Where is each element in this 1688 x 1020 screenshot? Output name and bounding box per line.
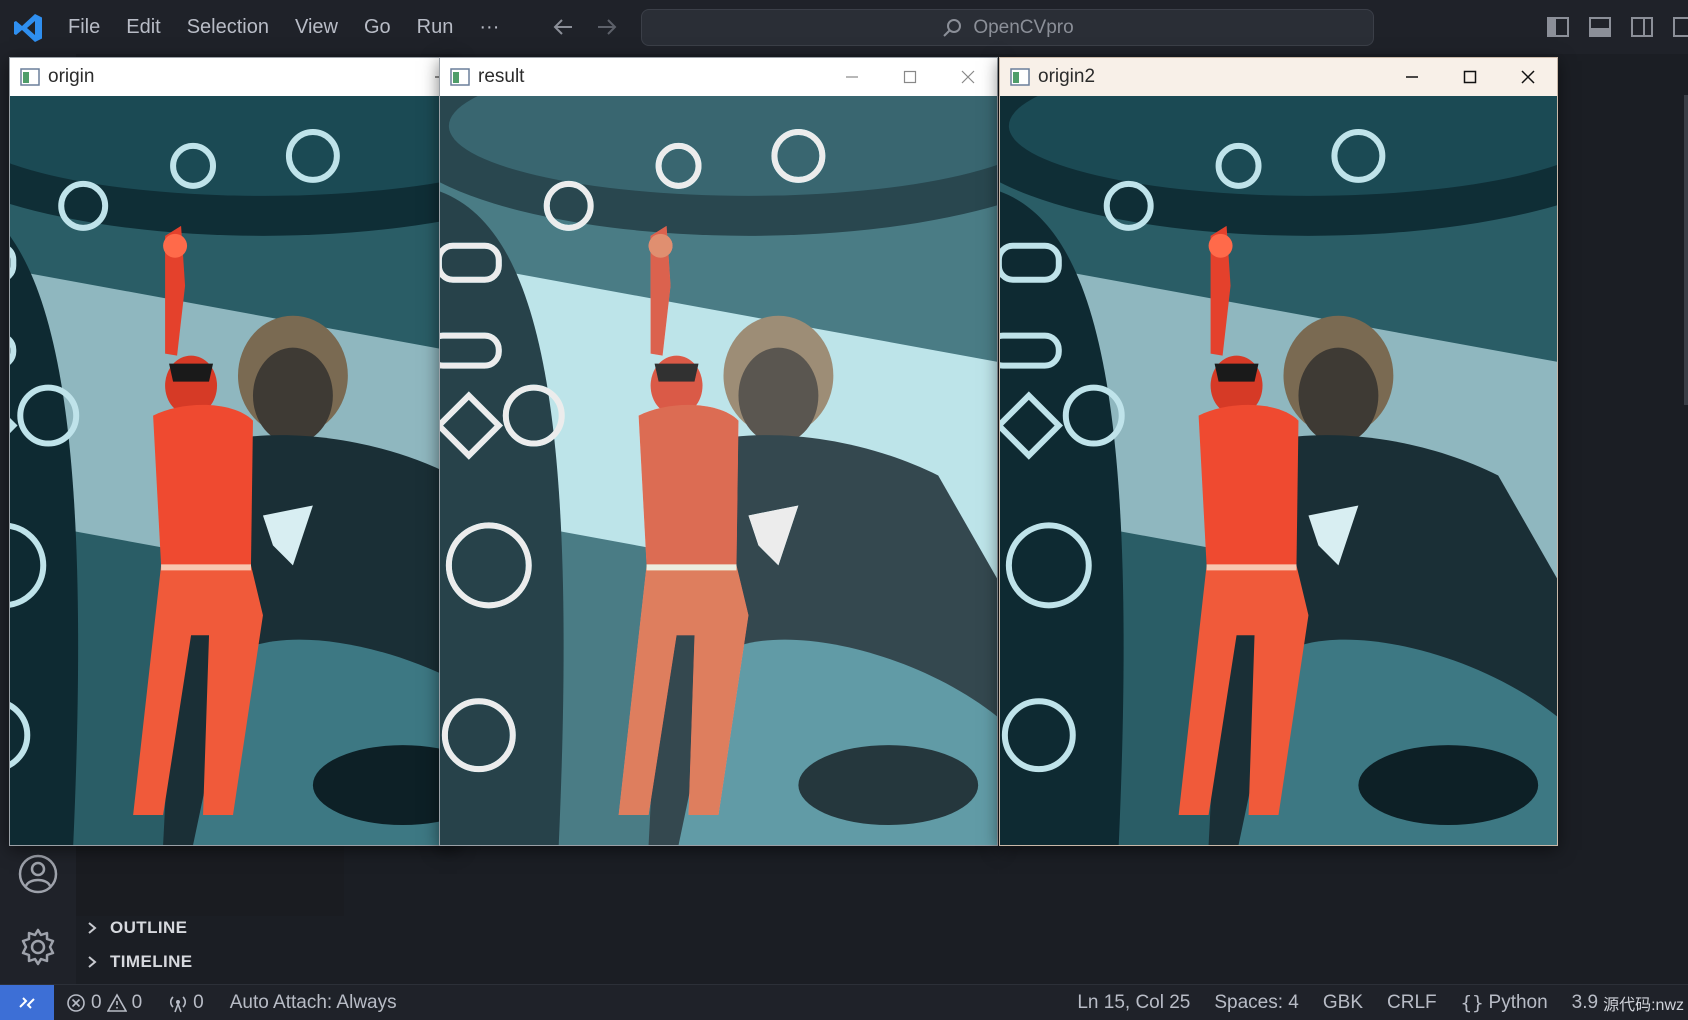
vscode-logo-icon[interactable]: [12, 12, 44, 44]
menu-go[interactable]: Go: [351, 0, 404, 54]
chevron-right-icon: [88, 956, 97, 968]
image-canvas: [10, 96, 456, 845]
braces-icon: {}: [1460, 992, 1484, 1014]
maximize-button[interactable]: [1441, 58, 1499, 96]
menu-more[interactable]: ···: [466, 0, 512, 54]
window-title: origin2: [1038, 66, 1096, 87]
minimize-icon: [1406, 76, 1418, 78]
menu-file[interactable]: File: [55, 0, 113, 54]
cv-window-origin2[interactable]: origin2: [999, 57, 1558, 846]
maximize-button[interactable]: [881, 58, 939, 96]
command-center-search[interactable]: OpenCVpro: [641, 9, 1374, 46]
auto-attach-status[interactable]: Auto Attach: Always: [230, 992, 397, 1014]
command-center-label: OpenCVpro: [973, 16, 1074, 38]
status-right: Ln 15, Col 25 Spaces: 4 GBK CRLF {} Pyth…: [1077, 985, 1688, 1020]
error-icon: [67, 994, 85, 1012]
close-button[interactable]: [1499, 58, 1557, 96]
remote-icon: [19, 996, 35, 1009]
minimize-button[interactable]: [823, 58, 881, 96]
navigation-arrows: [550, 14, 620, 40]
photo-image: [10, 96, 456, 845]
close-button[interactable]: [939, 58, 997, 96]
chevron-right-icon: [88, 922, 97, 934]
warning-icon: [106, 993, 127, 1012]
toggle-primary-sidebar-icon[interactable]: [1545, 14, 1571, 40]
minimize-button[interactable]: [1383, 58, 1441, 96]
python-interpreter[interactable]: 3.9 源代码:nwz: [1572, 991, 1688, 1015]
back-arrow-icon[interactable]: [550, 14, 576, 40]
indentation[interactable]: Spaces: 4: [1214, 992, 1299, 1014]
cursor-position[interactable]: Ln 15, Col 25: [1077, 992, 1190, 1014]
menu-run[interactable]: Run: [404, 0, 467, 54]
photo-image: [1000, 96, 1557, 845]
image-canvas: [440, 96, 997, 845]
menu-bar: File Edit Selection View Go Run ···: [55, 0, 512, 54]
menu-view[interactable]: View: [282, 0, 351, 54]
settings-gear-icon[interactable]: [16, 925, 60, 969]
timeline-label: TIMELINE: [110, 952, 193, 971]
forward-arrow-icon[interactable]: [594, 14, 620, 40]
ports-indicator[interactable]: 0: [168, 992, 204, 1014]
window-controls: [823, 58, 997, 96]
outline-section[interactable]: OUTLINE: [84, 918, 187, 938]
cv-window-result[interactable]: result: [439, 57, 998, 846]
layout-controls: [1545, 14, 1688, 40]
outline-label: OUTLINE: [110, 918, 188, 937]
ports-count: 0: [193, 992, 204, 1013]
interpreter-version: 3.9: [1571, 992, 1599, 1013]
timeline-section[interactable]: TIMELINE: [84, 952, 193, 972]
menu-edit[interactable]: Edit: [113, 0, 173, 54]
image-canvas: [1000, 96, 1557, 845]
window-titlebar[interactable]: origin: [10, 58, 456, 96]
customize-layout-icon[interactable]: [1671, 14, 1688, 40]
status-left: 0 0 0 Auto Attach: Always: [66, 985, 397, 1020]
remote-indicator-button[interactable]: [0, 984, 54, 1020]
editor-scrollbar[interactable]: [1684, 95, 1688, 405]
close-icon: [1521, 70, 1535, 84]
status-bar: 0 0 0 Auto Attach: Always Ln 15, Col 25 …: [0, 984, 1688, 1020]
error-count: 0: [91, 992, 102, 1013]
window-app-icon: [450, 68, 470, 86]
close-icon: [961, 70, 975, 84]
window-title: origin: [48, 66, 95, 87]
window-app-icon: [20, 68, 40, 86]
language-mode[interactable]: {} Python: [1461, 992, 1548, 1014]
maximize-icon: [903, 70, 917, 84]
toggle-panel-icon[interactable]: [1587, 14, 1613, 40]
watermark-text: 源代码:nwz: [1603, 997, 1684, 1014]
menu-selection[interactable]: Selection: [174, 0, 282, 54]
maximize-icon: [1463, 70, 1477, 84]
account-icon[interactable]: [16, 852, 60, 896]
cv-window-origin[interactable]: origin: [9, 57, 457, 846]
search-icon: [943, 18, 962, 37]
broadcast-icon: [170, 996, 187, 1013]
title-bar: File Edit Selection View Go Run ··· Open…: [0, 0, 1688, 54]
window-title: result: [478, 66, 525, 87]
toggle-secondary-sidebar-icon[interactable]: [1629, 14, 1655, 40]
language-label: Python: [1488, 992, 1548, 1013]
photo-image: [440, 96, 997, 845]
window-controls: [1383, 58, 1557, 96]
problems-indicator[interactable]: 0 0: [66, 992, 142, 1014]
warning-count: 0: [131, 992, 143, 1013]
minimize-icon: [846, 76, 858, 78]
window-app-icon: [1010, 68, 1030, 86]
line-endings[interactable]: CRLF: [1387, 992, 1437, 1014]
explorer-panel-fragment: [76, 846, 344, 916]
file-encoding[interactable]: GBK: [1323, 992, 1363, 1014]
